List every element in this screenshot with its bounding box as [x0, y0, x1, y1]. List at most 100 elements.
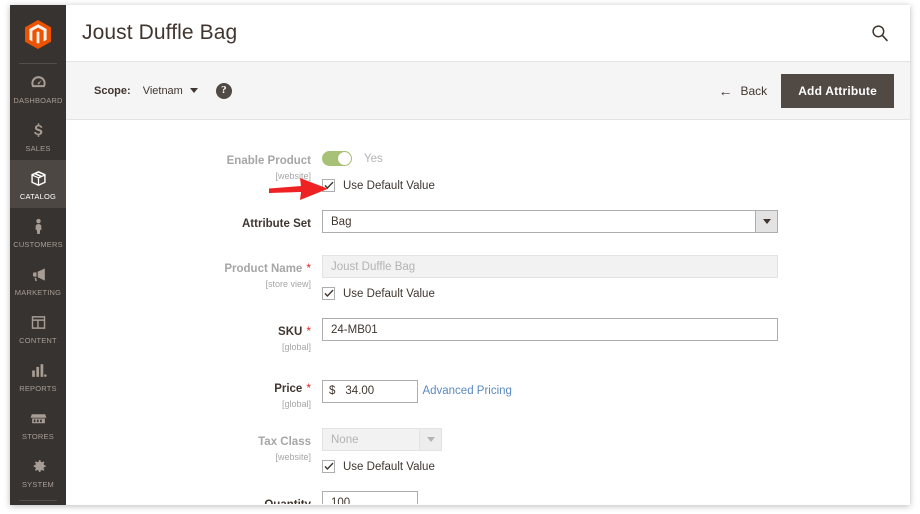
- sidebar-item-label: SYSTEM: [21, 480, 55, 489]
- main-content: Joust Duffle Bag Scope: Vietnam ? ← Back…: [66, 5, 910, 505]
- field-scope: [global]: [281, 399, 311, 409]
- checkmark-icon: [323, 289, 334, 298]
- row-spacer: [66, 410, 910, 428]
- toolbar-actions: ← Back Add Attribute: [715, 73, 894, 108]
- tax-class-select: [322, 428, 442, 451]
- product-name-input: [322, 255, 778, 278]
- field-label-col: Quantity [global]: [66, 491, 322, 504]
- admin-page-frame: DASHBOARD SALES CATALOG CUSTOMERS MARKET…: [10, 5, 910, 505]
- box-icon: [12, 169, 64, 189]
- sidebar-item-label: MARKETING: [14, 288, 62, 297]
- sidebar-item-marketing[interactable]: MARKETING: [10, 256, 66, 304]
- field-label: Tax Class: [258, 436, 311, 448]
- help-icon[interactable]: ?: [215, 82, 232, 99]
- sidebar-item-system[interactable]: SYSTEM: [10, 448, 66, 496]
- field-label: Quantity: [264, 499, 311, 504]
- field-control-col: Advanced Inventory: [322, 491, 910, 504]
- sidebar-item-label: CONTENT: [19, 336, 57, 345]
- field-label-col: SKU * [global]: [66, 318, 322, 353]
- price-input-group[interactable]: $: [322, 379, 418, 403]
- enable-product-use-default-row: Use Default Value: [322, 179, 900, 192]
- scope-label: Scope:: [94, 84, 131, 97]
- use-default-label[interactable]: Use Default Value: [343, 461, 435, 473]
- product-name-use-default-row: Use Default Value: [322, 287, 900, 300]
- sidebar-divider: [19, 500, 57, 501]
- enable-product-toggle[interactable]: [322, 151, 352, 166]
- enable-product-toggle-row: Yes: [322, 147, 900, 170]
- toggle-knob: [338, 152, 351, 165]
- sidebar-item-label: REPORTS: [19, 384, 57, 393]
- use-default-checkbox[interactable]: [322, 287, 335, 300]
- sidebar-item-customers[interactable]: CUSTOMERS: [10, 208, 66, 256]
- field-label-col: Price * [global]: [66, 375, 322, 410]
- person-icon: [12, 217, 64, 237]
- field-label-col: Attribute Set: [66, 210, 322, 232]
- sidebar-item-stores[interactable]: STORES: [10, 400, 66, 448]
- required-marker: *: [306, 324, 311, 338]
- advanced-pricing-link[interactable]: Advanced Pricing: [422, 385, 512, 397]
- quantity-input[interactable]: [322, 491, 418, 504]
- required-marker: *: [306, 261, 311, 275]
- row-spacer: [66, 233, 910, 255]
- use-default-label[interactable]: Use Default Value: [343, 180, 435, 192]
- bar-chart-icon: [12, 361, 64, 381]
- field-label: Product Name: [224, 263, 303, 275]
- field-enable-product: Enable Product [website] Yes Use Default…: [66, 147, 910, 192]
- field-control-col: $ Advanced Pricing: [322, 375, 910, 403]
- dashboard-icon: [12, 73, 64, 93]
- sidebar-item-sales[interactable]: SALES: [10, 112, 66, 160]
- page-title: Joust Duffle Bag: [82, 21, 238, 44]
- sidebar-item-reports[interactable]: REPORTS: [10, 352, 66, 400]
- scope-switcher-value: Vietnam: [142, 84, 183, 97]
- field-scope: [store view]: [265, 279, 311, 289]
- field-scope: [website]: [275, 452, 311, 462]
- price-input[interactable]: [343, 384, 411, 398]
- storefront-icon: [12, 409, 64, 429]
- row-spacer: [66, 353, 910, 375]
- tax-class-use-default-row: Use Default Value: [322, 460, 900, 473]
- sidebar-item-label: CUSTOMERS: [13, 240, 63, 249]
- sidebar-item-label: CATALOG: [19, 192, 57, 201]
- checkmark-icon: [323, 181, 334, 190]
- admin-sidebar: DASHBOARD SALES CATALOG CUSTOMERS MARKET…: [10, 5, 66, 505]
- magento-logo-icon: [25, 19, 51, 49]
- scope-switcher[interactable]: Vietnam: [143, 85, 198, 97]
- chevron-down-icon[interactable]: [755, 211, 777, 232]
- field-control-col: [322, 210, 910, 233]
- layout-icon: [12, 313, 64, 333]
- field-control-col: [322, 318, 910, 341]
- dollar-icon: [12, 121, 64, 141]
- field-quantity: Quantity [global] Advanced Inventory: [66, 491, 910, 504]
- use-default-checkbox[interactable]: [322, 460, 335, 473]
- product-form: Enable Product [website] Yes Use Default…: [66, 120, 910, 504]
- add-attribute-button[interactable]: Add Attribute: [781, 73, 894, 108]
- sidebar-item-catalog[interactable]: CATALOG: [10, 160, 66, 208]
- page-header: Joust Duffle Bag: [66, 5, 910, 62]
- attribute-set-input[interactable]: [322, 210, 778, 233]
- use-default-checkbox[interactable]: [322, 179, 335, 192]
- sidebar-item-find-partners-extensions[interactable]: FIND PARTNERS & EXTENSIONS: [10, 503, 66, 505]
- field-tax-class: Tax Class [website] Use Default Valu: [66, 428, 910, 473]
- back-button-label: Back: [740, 83, 768, 98]
- sku-input[interactable]: [322, 318, 778, 341]
- back-button[interactable]: ← Back: [715, 80, 782, 102]
- field-control-col: Use Default Value: [322, 428, 910, 473]
- magento-logo[interactable]: [10, 5, 66, 63]
- field-label-col: Enable Product [website]: [66, 147, 322, 182]
- page-toolbar: Scope: Vietnam ? ← Back Add Attribute: [66, 62, 910, 120]
- field-attribute-set: Attribute Set: [66, 210, 910, 233]
- screenshot-root: DASHBOARD SALES CATALOG CUSTOMERS MARKET…: [0, 0, 920, 514]
- checkmark-icon: [323, 462, 334, 471]
- sidebar-item-dashboard[interactable]: DASHBOARD: [10, 64, 66, 112]
- field-label-col: Product Name * [store view]: [66, 255, 322, 290]
- sidebar-item-content[interactable]: CONTENT: [10, 304, 66, 352]
- field-label: Price: [274, 383, 303, 395]
- megaphone-icon: [12, 265, 64, 285]
- field-control-col: Yes Use Default Value: [322, 147, 910, 192]
- use-default-label[interactable]: Use Default Value: [343, 288, 435, 300]
- field-product-name: Product Name* [store view] Use Default V…: [66, 255, 910, 300]
- attribute-set-select[interactable]: [322, 210, 778, 233]
- field-label: SKU: [278, 326, 303, 338]
- field-scope: [global]: [281, 342, 311, 352]
- search-icon[interactable]: [870, 22, 892, 44]
